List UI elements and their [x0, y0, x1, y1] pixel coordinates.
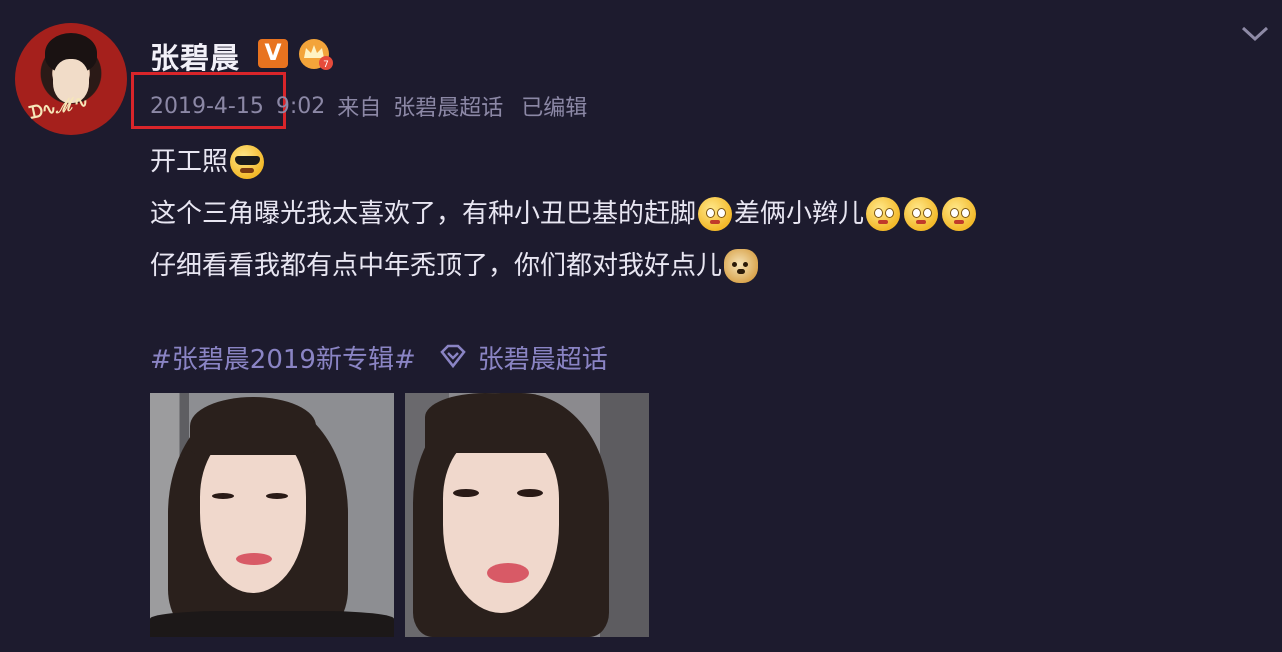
- svg-text:7: 7: [323, 60, 329, 70]
- avatar[interactable]: ᗪ∿ℳ∿: [15, 23, 127, 135]
- post-source-link[interactable]: 张碧晨超话: [393, 90, 503, 122]
- weibo-post: ᗪ∿ℳ∿ 张碧晨 V 7 2019-4-15 9:02 来自 张碧晨超话 已编辑…: [0, 0, 1282, 652]
- post-meta: 2019-4-15 9:02 来自 张碧晨超话 已编辑: [150, 89, 587, 123]
- text-line-3: 仔细看看我都有点中年秃顶了，你们都对我好点儿: [150, 240, 978, 292]
- cool-sunglasses-icon: [230, 145, 265, 179]
- post-date[interactable]: 2019-4-15: [150, 94, 268, 119]
- crown-badge-icon: 7: [299, 39, 333, 70]
- edited-label[interactable]: 已编辑: [521, 90, 587, 122]
- verified-v-badge-icon: V: [258, 39, 288, 68]
- post-photo-2[interactable]: [405, 393, 649, 637]
- hashtag-link[interactable]: #张碧晨2019新专辑#: [150, 339, 416, 376]
- drool-emoji-icon: [942, 197, 977, 231]
- drool-emoji-icon: [698, 197, 733, 231]
- drool-emoji-icon: [904, 197, 939, 231]
- supertopic-link[interactable]: 张碧晨超话: [478, 339, 608, 376]
- doge-emoji-icon: [724, 249, 759, 283]
- text-line-1: 开工照: [150, 136, 978, 188]
- via-label: 来自: [337, 96, 382, 121]
- topic-row: #张碧晨2019新专辑# 张碧晨超话: [150, 337, 608, 377]
- post-text: 开工照 这个三角曝光我太喜欢了，有种小丑巴基的赶脚 差俩小辫儿 仔细看看我都有点…: [150, 136, 978, 292]
- post-time[interactable]: 9:02: [276, 94, 325, 119]
- drool-emoji-icon: [866, 197, 901, 231]
- text-line-2: 这个三角曝光我太喜欢了，有种小丑巴基的赶脚 差俩小辫儿: [150, 188, 978, 240]
- supertopic-diamond-icon: [440, 344, 466, 369]
- username[interactable]: 张碧晨: [150, 35, 240, 77]
- chevron-down-icon[interactable]: [1238, 20, 1272, 46]
- post-photo-1[interactable]: [150, 393, 394, 637]
